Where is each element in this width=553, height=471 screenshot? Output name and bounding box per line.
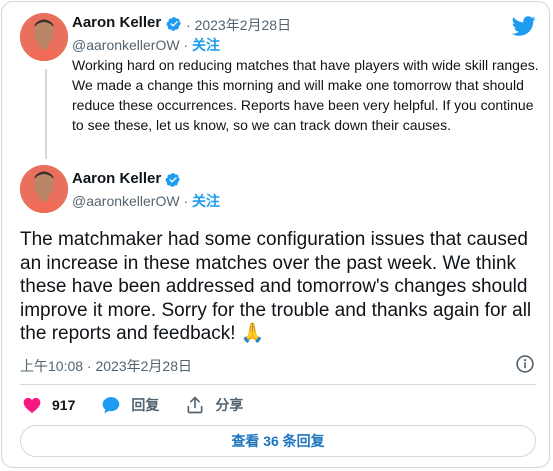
- share-button[interactable]: 分享: [185, 395, 243, 415]
- action-bar: 917 回复 分享: [22, 395, 269, 415]
- share-label: 分享: [215, 397, 244, 413]
- info-icon[interactable]: [515, 354, 535, 374]
- author-handle[interactable]: @aaronkellerOW: [72, 193, 180, 209]
- follow-link[interactable]: 关注: [192, 193, 220, 209]
- tweet-timestamp[interactable]: 上午10:08 · 2023年2月28日: [20, 356, 192, 376]
- tweet-text: Working hard on reducing matches that ha…: [72, 57, 539, 133]
- avatar-image: [20, 13, 68, 61]
- view-replies-button[interactable]: 查看 36 条回复: [20, 425, 536, 457]
- view-replies-prefix: 查看: [231, 433, 264, 449]
- twitter-bird-icon[interactable]: [512, 14, 536, 38]
- speech-bubble-icon: [103, 397, 120, 414]
- avatar[interactable]: [20, 165, 68, 213]
- like-button[interactable]: 917: [22, 395, 75, 415]
- follow-link[interactable]: 关注: [192, 37, 220, 53]
- tweet-date[interactable]: 2023年2月28日: [195, 17, 292, 33]
- share-upload-icon: [187, 396, 203, 414]
- reply-button[interactable]: 回复: [101, 395, 159, 415]
- avatar[interactable]: [20, 13, 68, 61]
- verified-badge-icon: [166, 17, 181, 31]
- divider: [20, 384, 536, 385]
- tweet-embed-card: Aaron Keller · 2023年2月28日 @aaronkellerOW…: [1, 1, 550, 468]
- avatar-image: [20, 165, 68, 213]
- like-count: 917: [52, 397, 76, 413]
- separator: ·: [186, 17, 191, 33]
- handle-line: @aaronkellerOW · 关注: [72, 35, 220, 55]
- tweet-body: The matchmaker had some configuration is…: [20, 229, 532, 344]
- author-name[interactable]: Aaron Keller: [72, 170, 161, 187]
- thread-connector-line: [45, 69, 47, 159]
- author-handle[interactable]: @aaronkellerOW: [72, 37, 180, 53]
- separator: ·: [183, 37, 189, 53]
- separator: ·: [183, 193, 189, 209]
- author-name[interactable]: Aaron Keller: [72, 14, 161, 31]
- view-replies-suffix: 条回复: [278, 433, 325, 449]
- view-replies-count: 36: [263, 433, 279, 449]
- tweet-date-line: · 2023年2月28日: [186, 15, 291, 35]
- verified-badge-icon: [165, 173, 180, 187]
- tweet-text: The matchmaker had some configuration is…: [20, 228, 545, 346]
- folded-hands-emoji: 🙏: [240, 323, 265, 344]
- reply-label: 回复: [131, 397, 160, 413]
- heart-icon: [23, 397, 41, 413]
- handle-line: @aaronkellerOW · 关注: [72, 191, 220, 211]
